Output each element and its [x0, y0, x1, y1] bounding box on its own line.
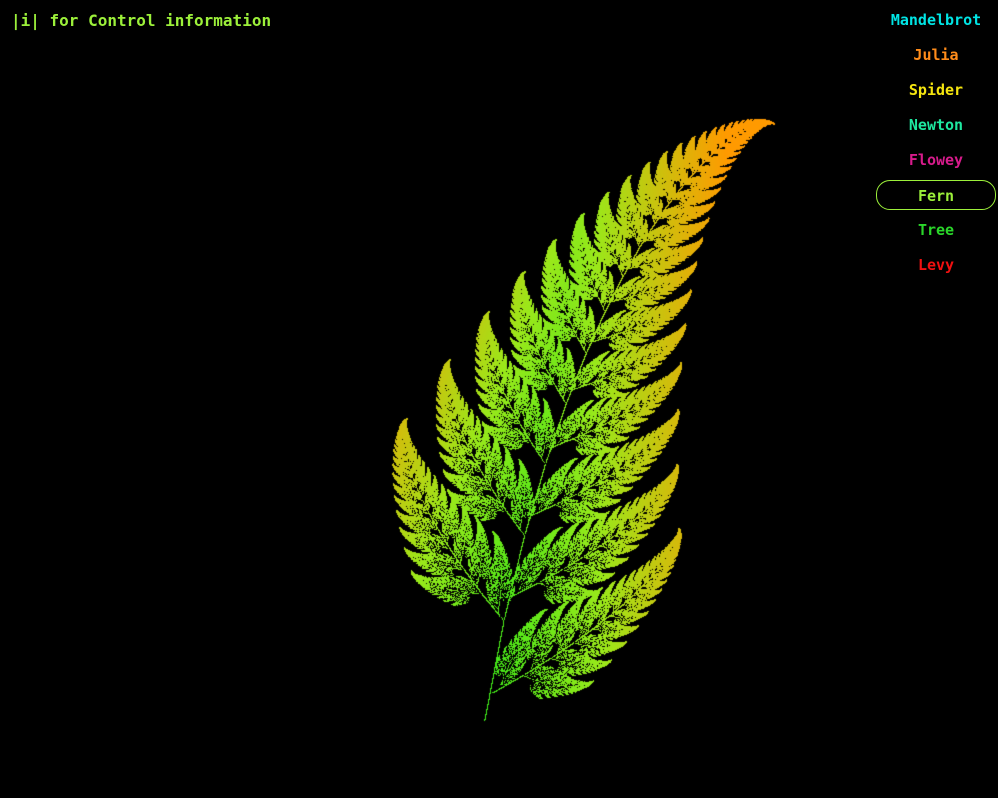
menu-item-label: Newton	[909, 116, 963, 134]
menu-item-label: Tree	[918, 221, 954, 239]
menu-item-label: Flowey	[909, 151, 963, 169]
menu-item-spider[interactable]: Spider	[876, 75, 996, 105]
menu-item-label: Julia	[913, 46, 958, 64]
fractal-menu: Mandelbrot Julia Spider Newton Flowey Fe…	[876, 0, 998, 290]
menu-item-label: Fern	[918, 187, 954, 205]
menu-item-label: Spider	[909, 81, 963, 99]
menu-item-flowey[interactable]: Flowey	[876, 145, 996, 175]
menu-item-fern[interactable]: Fern	[876, 180, 996, 210]
menu-item-newton[interactable]: Newton	[876, 110, 996, 140]
menu-item-mandelbrot[interactable]: Mandelbrot	[876, 5, 996, 35]
menu-item-levy[interactable]: Levy	[876, 250, 996, 280]
fractal-canvas[interactable]	[0, 0, 998, 798]
menu-item-julia[interactable]: Julia	[876, 40, 996, 70]
menu-item-label: Levy	[918, 256, 954, 274]
fractal-viewer-window: |i| for Control information Mandelbrot J…	[0, 0, 998, 798]
control-info-hint: |i| for Control information	[11, 11, 271, 30]
menu-item-label: Mandelbrot	[891, 11, 981, 29]
menu-item-tree[interactable]: Tree	[876, 215, 996, 245]
